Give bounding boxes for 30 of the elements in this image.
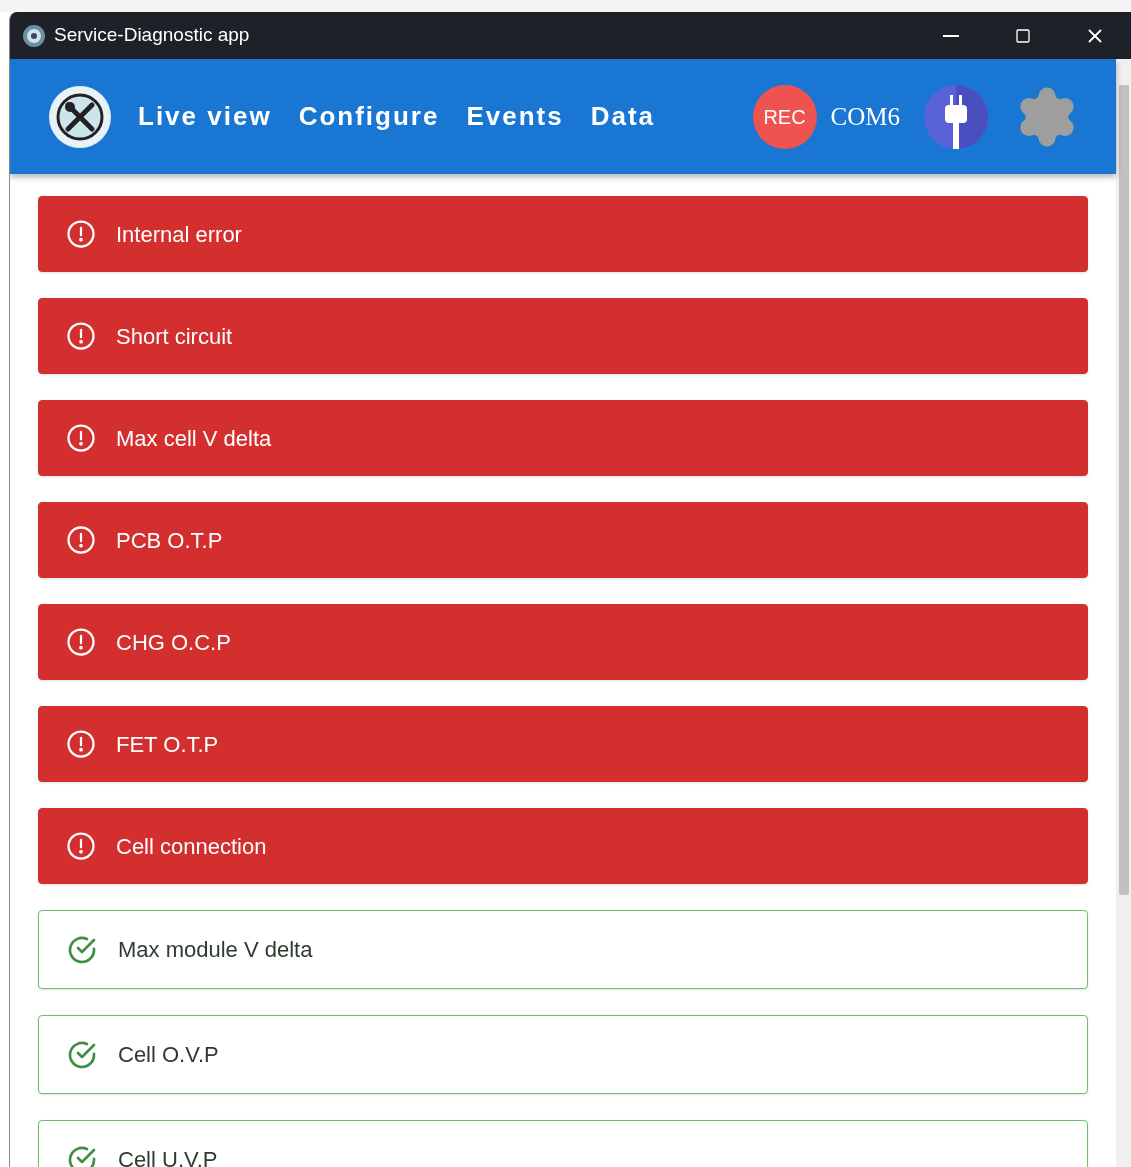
alert-label: FET O.T.P [116, 730, 219, 759]
alert-icon [66, 219, 96, 249]
record-button[interactable]: REC [752, 84, 817, 149]
nav-tab[interactable]: Configure [298, 97, 440, 136]
minimize-icon [943, 34, 959, 37]
alert-label: CHG O.C.P [116, 628, 231, 657]
alert-icon [66, 423, 96, 453]
port-label: COM6 [830, 101, 900, 132]
alert-label: Max module V delta [118, 936, 313, 964]
alert-label: Max cell V delta [116, 424, 272, 453]
alert-icon [66, 525, 96, 555]
alert-icon [66, 729, 96, 759]
alert-label: Cell connection [116, 832, 267, 861]
plug-icon[interactable] [924, 84, 988, 149]
alert-label: Short circuit [116, 322, 233, 351]
maximize-icon [1015, 27, 1031, 44]
scrollbar[interactable] [1116, 59, 1131, 1167]
nav-tab[interactable]: Data [590, 97, 655, 136]
alert-label: Cell O.V.P [118, 1041, 219, 1069]
nav-tab[interactable]: Events [466, 97, 564, 136]
window-title: Service-Diagnostic app [54, 23, 250, 48]
nav-tab[interactable]: Live view [138, 97, 272, 136]
alert-label: Cell U.V.P [118, 1146, 218, 1167]
tools-logo-icon[interactable] [48, 84, 112, 149]
alert-label: PCB O.T.P [116, 526, 223, 555]
alert-icon [66, 627, 96, 657]
alert-label: Internal error [116, 220, 242, 249]
app-icon [22, 23, 46, 48]
alert-icon [66, 321, 96, 351]
alert-icon [66, 831, 96, 861]
